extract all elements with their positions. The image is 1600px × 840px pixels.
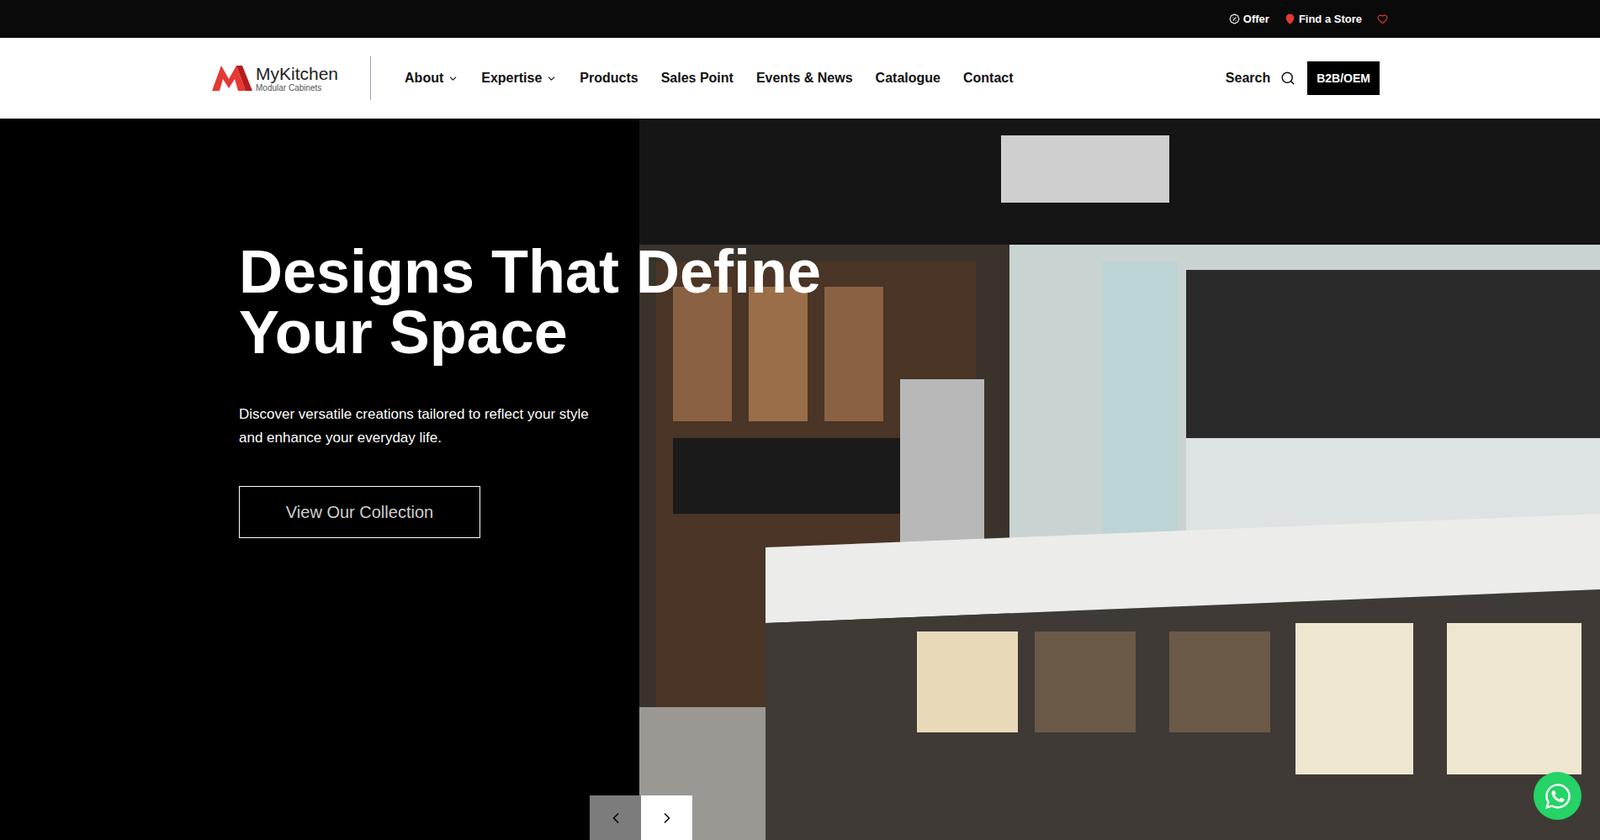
search-icon — [1280, 70, 1296, 86]
whatsapp-button[interactable] — [1533, 772, 1582, 821]
top-bar-link[interactable]: Find a Store — [1284, 10, 1362, 28]
hero: Designs That DefineYour Space Discover ve… — [0, 118, 1600, 840]
hero-image — [639, 118, 1600, 840]
nav-item[interactable]: Products — [579, 68, 638, 89]
hero-description: Discover versatile creations tailored to… — [238, 402, 593, 451]
wishlist-heart-icon[interactable] — [1377, 13, 1389, 25]
page: Offer Find a Store MyKitchenModular Cabine… — [0, 0, 1600, 840]
carousel-prev-button[interactable] — [589, 795, 642, 840]
nav-item[interactable]: Expertise — [481, 68, 557, 89]
view-collection-button[interactable]: View Our Collection — [238, 486, 481, 539]
nav-item[interactable]: Catalogue — [875, 68, 941, 89]
logo-mark-icon — [211, 65, 253, 91]
chevron-down-icon — [545, 73, 557, 85]
nav-item[interactable]: Contact — [963, 68, 1014, 89]
chevron-left-icon — [607, 810, 625, 827]
nav-item[interactable]: About — [404, 68, 459, 89]
nav-divider — [370, 56, 371, 101]
top-bar-link[interactable]: Offer — [1229, 10, 1270, 28]
carousel-controls — [589, 795, 693, 840]
carousel-next-button[interactable] — [641, 795, 693, 840]
hero-text-panel: Designs That DefineYour Space Discover ve… — [0, 118, 640, 840]
chevron-right-icon — [658, 810, 676, 827]
main-nav: MyKitchenModular Cabinets About Expertise P… — [0, 37, 1600, 119]
b2b-oem-button[interactable]: B2B/OEM — [1307, 61, 1380, 96]
nav-menu: About Expertise Products Sales Point Events … — [404, 68, 1013, 89]
map-pin-icon — [1284, 13, 1296, 25]
search-button[interactable]: Search — [1225, 68, 1296, 89]
offer-icon — [1229, 13, 1240, 25]
logo-tagline: Modular Cabinets — [255, 84, 339, 93]
chevron-down-icon — [447, 73, 459, 85]
nav-item[interactable]: Events & News — [756, 68, 853, 89]
logo[interactable]: MyKitchenModular Cabinets — [211, 64, 339, 93]
nav-item[interactable]: Sales Point — [661, 68, 734, 89]
whatsapp-icon — [1543, 782, 1573, 811]
top-bar: Offer Find a Store — [0, 0, 1600, 38]
logo-name: MyKitchen — [255, 64, 339, 83]
kitchen-photo — [639, 118, 1600, 840]
hero-title: Designs That DefineYour Space — [238, 241, 640, 363]
